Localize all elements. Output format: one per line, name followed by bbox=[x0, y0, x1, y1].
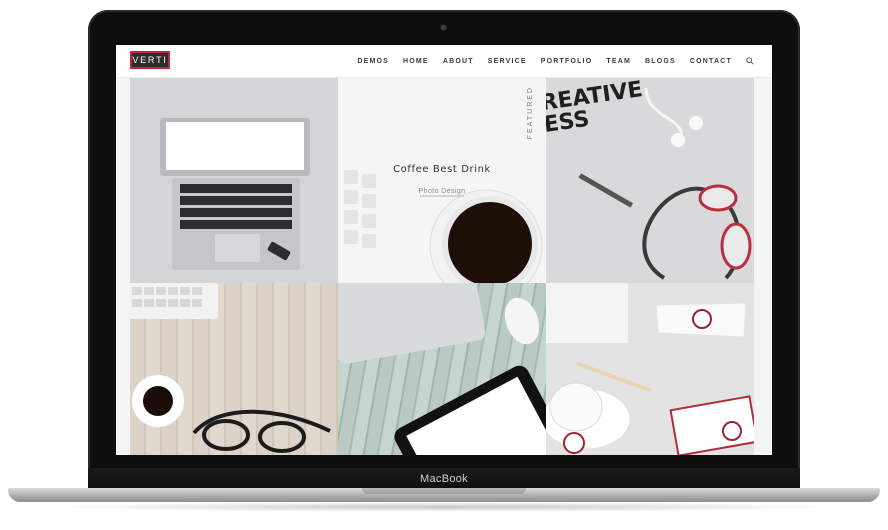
nav-demos[interactable]: DEMOS bbox=[357, 58, 389, 65]
site-header: VERTI DEMOS HOME ABOUT SERVICE PORTFOLIO… bbox=[116, 45, 772, 78]
nav-blogs[interactable]: BLOGS bbox=[645, 58, 676, 65]
portfolio-item-featured[interactable]: FEATURED Coffee Best Drink Photo Design bbox=[338, 78, 546, 283]
portfolio-item-headphones[interactable]: REATIVE ESS bbox=[546, 78, 754, 283]
portfolio-item-tablet[interactable] bbox=[338, 283, 546, 455]
headphones-photo bbox=[578, 87, 752, 280]
coffee-photo bbox=[344, 170, 543, 283]
nav-home[interactable]: HOME bbox=[403, 58, 429, 65]
nav-service[interactable]: SERVICE bbox=[488, 58, 527, 65]
workspace-photo bbox=[130, 283, 331, 453]
laptop-photo bbox=[160, 118, 310, 270]
screen: VERTI DEMOS HOME ABOUT SERVICE PORTFOLIO… bbox=[116, 45, 772, 455]
device-label: MacBook bbox=[420, 473, 468, 485]
nav-team[interactable]: TEAM bbox=[606, 58, 631, 65]
nav-contact[interactable]: CONTACT bbox=[690, 58, 732, 65]
tablet-photo bbox=[338, 283, 546, 455]
main-nav: DEMOS HOME ABOUT SERVICE PORTFOLIO TEAM … bbox=[357, 45, 754, 77]
portfolio-item-laptop[interactable] bbox=[130, 78, 338, 283]
portfolio-item-title[interactable]: Coffee Best Drink bbox=[338, 164, 546, 175]
portfolio-item-category: Photo Design bbox=[418, 188, 466, 195]
nav-portfolio[interactable]: PORTFOLIO bbox=[541, 58, 593, 65]
webcam bbox=[441, 25, 446, 30]
portfolio-item-stationery[interactable] bbox=[546, 283, 754, 455]
nav-about[interactable]: ABOUT bbox=[443, 58, 474, 65]
laptop-shadow bbox=[40, 502, 848, 512]
site-logo[interactable]: VERTI bbox=[130, 51, 170, 69]
search-icon[interactable] bbox=[746, 57, 754, 65]
portfolio-grid: FEATURED Coffee Best Drink Photo Design … bbox=[130, 78, 754, 455]
laptop-notch bbox=[362, 488, 526, 494]
featured-badge: FEATURED bbox=[527, 86, 534, 140]
stationery-photo bbox=[546, 283, 754, 455]
portfolio-item-workspace[interactable] bbox=[130, 283, 338, 455]
